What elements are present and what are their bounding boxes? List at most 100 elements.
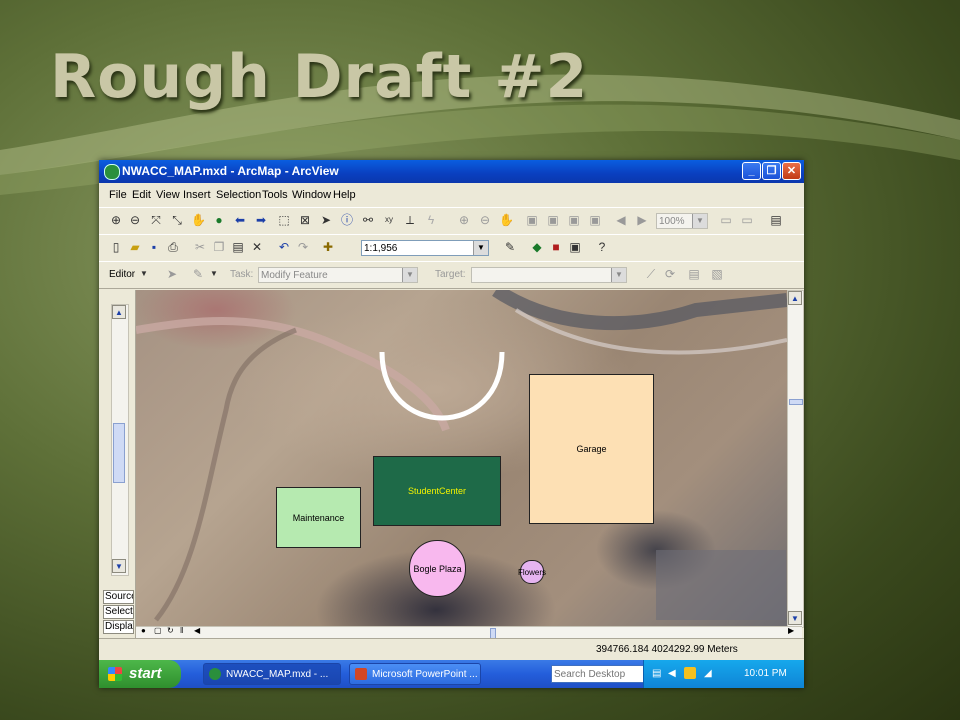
layout-zoom-in-icon[interactable]: ⊕ [457,213,471,227]
chevron-down-icon[interactable]: ▼ [137,267,151,281]
add-data-icon[interactable]: ✚ [321,240,335,254]
paste-icon[interactable]: ▤ [231,240,245,254]
menu-help[interactable]: Help [333,189,356,201]
command-line-icon[interactable]: ▣ [568,240,582,254]
maximize-button[interactable]: ❐ [762,162,781,180]
sketch-properties-icon[interactable]: ▧ [710,267,724,281]
toc-tab-selection[interactable]: Selection [103,605,134,619]
attributes-icon[interactable]: ▤ [687,267,701,281]
cut-icon[interactable]: ✂ [193,240,207,254]
change-layout-icon[interactable]: ▤ [769,213,783,227]
pause-drawing-icon[interactable]: ‖ [180,626,183,635]
menu-selection[interactable]: Selection [216,189,261,201]
new-document-icon[interactable]: ▯ [109,240,123,254]
toc-tab-source[interactable]: Source [103,590,134,604]
delete-icon[interactable]: ✕ [250,240,264,254]
menu-insert[interactable]: Insert [183,189,211,201]
layout-pan-icon[interactable]: ✋ [499,213,514,227]
window-titlebar[interactable]: NWACC_MAP.mxd - ArcMap - ArcView _ ❐ ✕ [99,160,804,183]
zoom-to-page-icon[interactable]: ▣ [588,213,602,227]
pan-hand-icon[interactable]: ✋ [191,213,206,227]
editor-toolbar-icon[interactable]: ✎ [503,240,517,254]
focus-data-frame-icon[interactable]: ▭ [740,213,754,227]
zoom-out-icon[interactable]: ⊖ [128,213,142,227]
redo-icon[interactable]: ↷ [296,240,310,254]
scroll-down-icon[interactable]: ▼ [112,559,126,573]
maintenance-building[interactable]: Maintenance [276,487,361,548]
edit-tool-arrow-icon[interactable]: ➤ [165,267,179,281]
toc-scrollbar[interactable]: ▲ ▼ [111,304,129,576]
map-scroll-thumb[interactable] [789,399,803,405]
tray-app-icon[interactable] [684,667,696,679]
chevron-down-icon[interactable]: ▼ [402,268,417,282]
identify-icon[interactable]: ⓘ [340,213,354,227]
split-tool-icon[interactable]: ⟋ [644,267,658,281]
layout-zoom-combo[interactable]: 100% ▼ [656,213,708,229]
layout-back-icon[interactable]: ◀ [614,213,628,227]
clear-selection-icon[interactable]: ⊠ [298,213,312,227]
menu-file[interactable]: File [109,189,127,201]
flowers-circle[interactable]: Flowers [518,560,546,584]
tray-printer-icon[interactable]: ▤ [652,668,661,679]
sketch-tool-icon[interactable]: ✎ [191,267,205,281]
close-button[interactable]: ✕ [782,162,801,180]
toc-tab-display[interactable]: Display [103,620,134,634]
chevron-down-icon[interactable]: ▼ [692,214,707,228]
toggle-draft-mode-icon[interactable]: ▭ [719,213,733,227]
layout-view-icon[interactable]: ▢ [154,626,162,635]
print-icon[interactable]: ⎙ [166,240,180,254]
scroll-up-icon[interactable]: ▲ [112,305,126,319]
copy-icon[interactable]: ❐ [212,240,226,254]
forward-arrow-icon[interactable]: ➡ [254,213,268,227]
arctoolbox-icon[interactable]: ■ [549,240,563,254]
undo-icon[interactable]: ↶ [277,240,291,254]
map-vertical-scrollbar[interactable]: ▲ ▼ [787,290,804,628]
tray-speaker-icon[interactable]: ◢ [704,668,712,679]
menu-edit[interactable]: Edit [132,189,151,201]
chevron-down-icon[interactable]: ▼ [611,268,626,282]
student-center-building[interactable]: StudentCenter [373,456,501,526]
hyperlink-lightning-icon[interactable]: ϟ [424,213,438,227]
target-combo[interactable]: ▼ [471,267,627,283]
zoom-in-icon[interactable]: ⊕ [109,213,123,227]
fixed-zoom-layout-icon[interactable]: ▣ [567,213,581,227]
back-arrow-icon[interactable]: ⬅ [233,213,247,227]
map-display[interactable]: Garage StudentCenter Maintenance Bogle P… [136,290,787,626]
layout-forward-icon[interactable]: ▶ [635,213,649,227]
select-elements-arrow-icon[interactable]: ➤ [319,213,333,227]
arccatalog-icon[interactable]: ◆ [530,240,544,254]
fixed-zoom-in-icon[interactable]: ⤧ [149,213,163,227]
taskbar-item-arcmap[interactable]: NWACC_MAP.mxd - ... [203,663,341,685]
save-icon[interactable]: ▪ [147,240,161,254]
menu-tools[interactable]: Tools [262,189,288,201]
scroll-left-icon[interactable]: ◀ [194,626,200,635]
editor-menu-label[interactable]: Editor [109,269,135,280]
refresh-view-icon[interactable]: ↻ [167,626,174,635]
scroll-up-icon[interactable]: ▲ [788,291,802,305]
measure-icon[interactable]: ⟂ [403,213,417,227]
task-combo[interactable]: Modify Feature ▼ [258,267,418,283]
map-scale-combo[interactable]: 1:1,956 ▼ [361,240,489,256]
whats-this-help-icon[interactable]: ? [595,240,609,254]
menu-window[interactable]: Window [292,189,331,201]
zoom-100-icon[interactable]: ▣ [546,213,560,227]
menu-view[interactable]: View [156,189,180,201]
taskbar-item-powerpoint[interactable]: Microsoft PowerPoint ... [349,663,481,685]
chevron-down-icon[interactable]: ▼ [207,267,221,281]
find-binoculars-icon[interactable]: ⚯ [361,213,375,227]
select-features-icon[interactable]: ⬚ [277,213,291,227]
minimize-button[interactable]: _ [742,162,761,180]
scroll-right-icon[interactable]: ▶ [788,626,794,635]
layout-zoom-out-icon[interactable]: ⊖ [478,213,492,227]
rotate-tool-icon[interactable]: ⟳ [663,267,677,281]
open-folder-icon[interactable]: ▰ [128,240,142,254]
bogle-plaza-circle[interactable]: Bogle Plaza [409,540,466,597]
data-view-icon[interactable]: ● [141,626,146,635]
start-button[interactable]: start [99,660,181,688]
fixed-zoom-out-icon[interactable]: ⤡ [170,213,184,227]
search-desktop-input[interactable] [552,666,652,682]
zoom-whole-page-icon[interactable]: ▣ [525,213,539,227]
tray-back-icon[interactable]: ◀ [668,668,676,679]
full-extent-globe-icon[interactable]: ● [212,213,226,227]
scroll-down-icon[interactable]: ▼ [788,611,802,625]
